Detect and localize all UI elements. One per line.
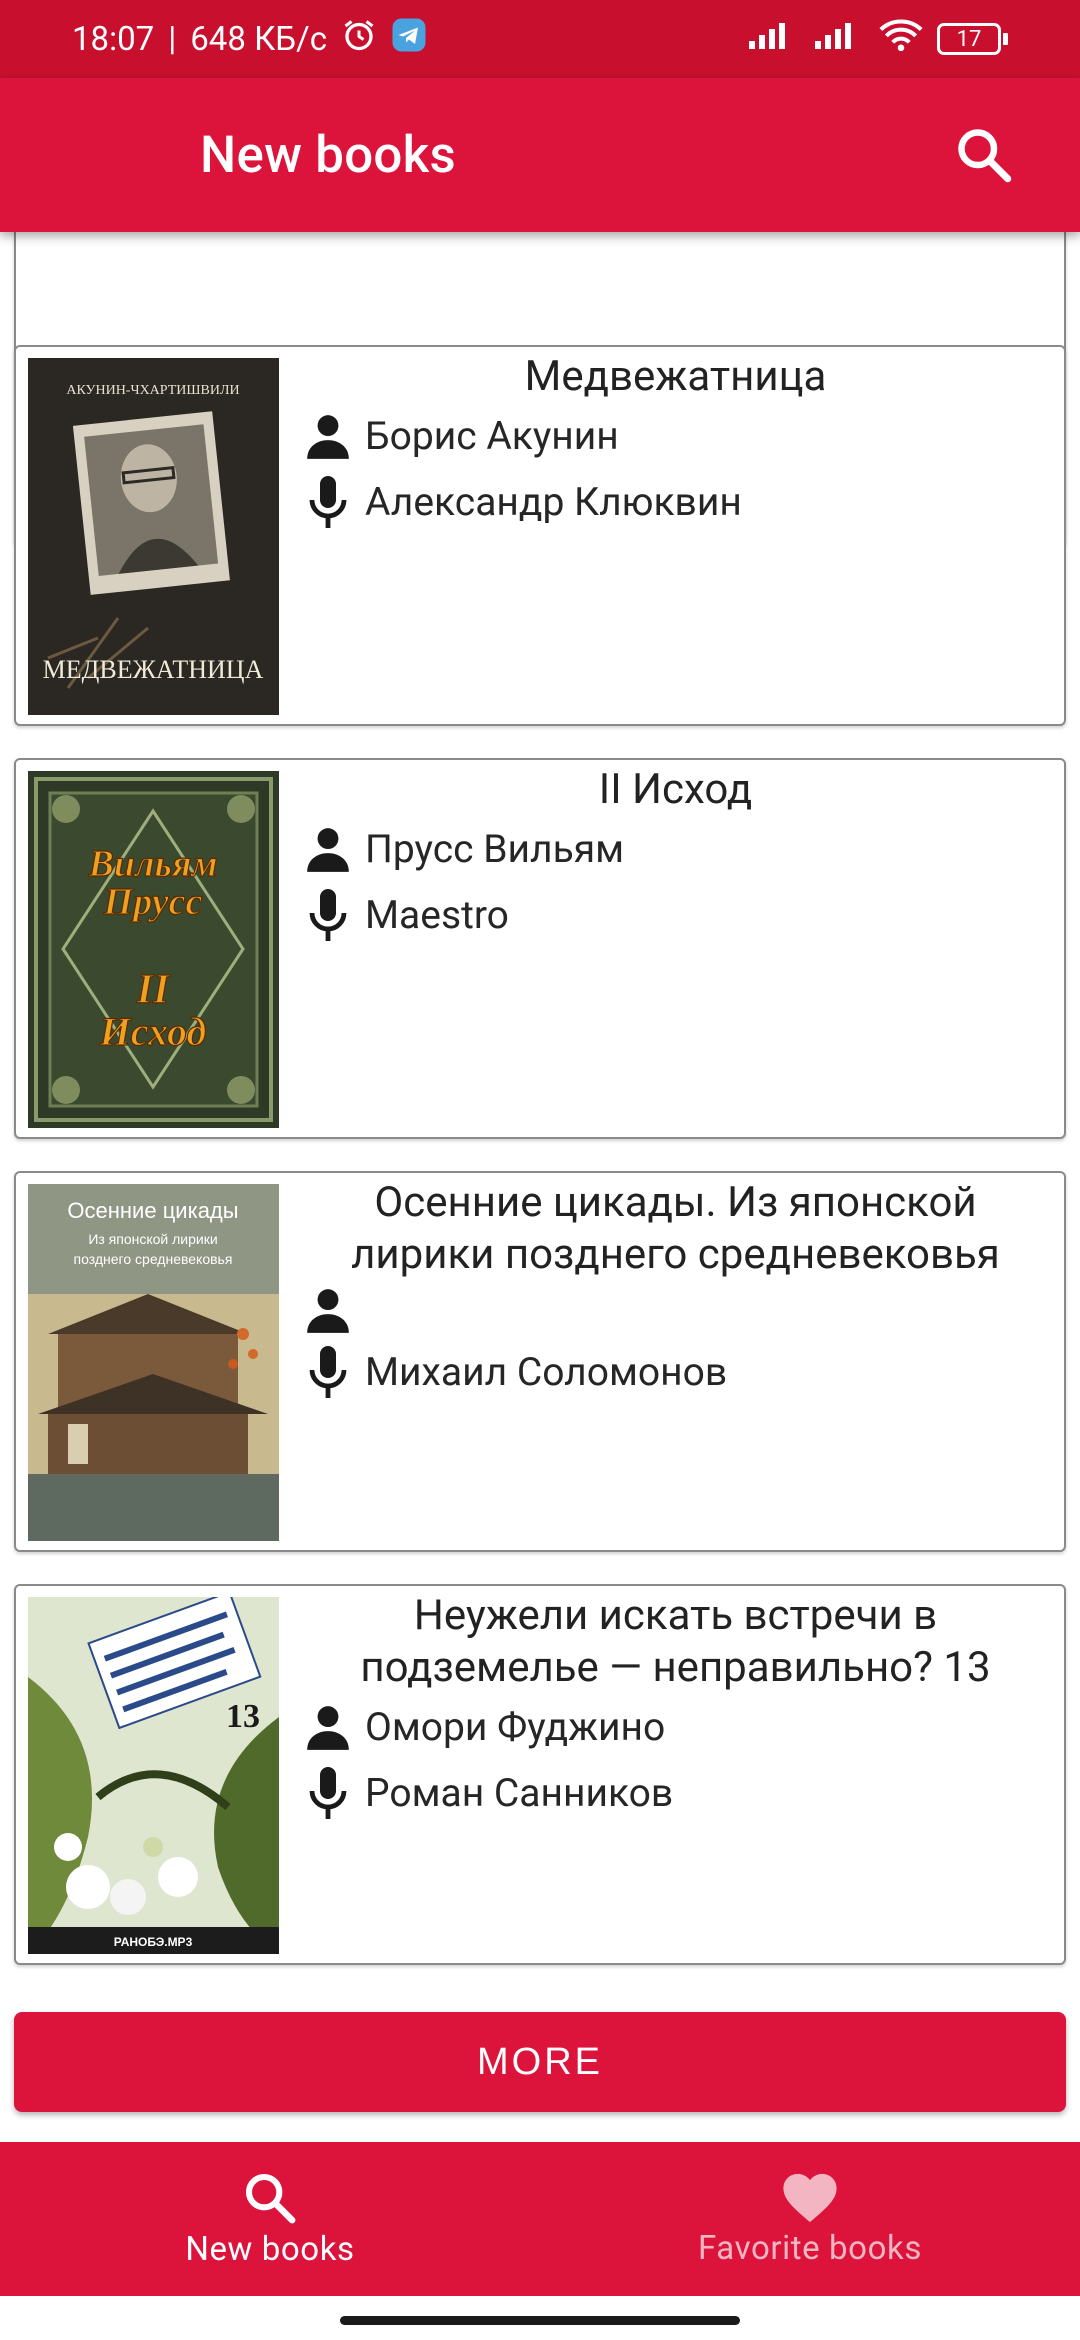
person-icon [299, 1281, 357, 1339]
book-card[interactable]: АКУНИН-ЧХАРТИШВИЛИ МЕДВЕЖАТНИЦА Медвежат… [14, 345, 1066, 726]
status-left: 18:07 | 648 КБ/с [72, 17, 427, 62]
book-cover: Вильям Прусс II Исход [28, 771, 279, 1128]
battery-icon: 17 [937, 23, 1008, 55]
alarm-icon [341, 17, 377, 62]
cover-line3: II [136, 967, 171, 1013]
nav-label-favorite-books: Favorite books [698, 2228, 922, 2268]
cover-line2: Прусс [103, 881, 203, 923]
microphone-icon [299, 886, 357, 944]
book-title: Осенние цикады. Из японской лирики поздн… [351, 1178, 1000, 1279]
app-bar: New books [0, 78, 1080, 232]
author-row: Борис Акунин [299, 403, 1052, 469]
narrator-row: Maestro [299, 882, 1052, 948]
book-title: II Исход [598, 765, 753, 814]
book-cover: АКУНИН-ЧХАРТИШВИЛИ МЕДВЕЖАТНИЦА [28, 358, 279, 715]
cover-brand: РАНОБЭ.MP3 [114, 1935, 193, 1949]
cover-sub1: Из японской лирики [88, 1231, 217, 1247]
book-author: Прусс Вильям [365, 826, 625, 872]
book-narrator: Maestro [365, 892, 509, 938]
book-cover: Осенние цикады Из японской лирики поздне… [28, 1184, 279, 1541]
author-row: Омори Фуджино [299, 1694, 1052, 1760]
book-author: Борис Акунин [365, 413, 619, 459]
cover-bottom-text: МЕДВЕЖАТНИЦА [43, 655, 264, 684]
microphone-icon [299, 1764, 357, 1822]
book-cover: 13 РАНОБЭ.MP3 [28, 1597, 279, 1954]
cover-line1: Вильям [88, 843, 218, 885]
person-icon [299, 820, 357, 878]
book-narrator: Михаил Соломонов [365, 1349, 728, 1395]
book-narrator: Роман Санников [365, 1770, 674, 1816]
book-info: Медвежатница Борис Акунин Александр Клюк… [299, 347, 1052, 724]
gesture-handle[interactable] [340, 2316, 740, 2325]
battery-level: 17 [956, 26, 982, 52]
cover-number: 13 [226, 1698, 260, 1735]
person-icon [299, 407, 357, 465]
cover-title: Осенние цикады [67, 1198, 238, 1223]
heart-icon [783, 2173, 837, 2222]
status-bar: 18:07 | 648 КБ/с 17 [0, 0, 1080, 78]
status-speed: 648 КБ/с [190, 19, 327, 59]
search-icon [245, 2173, 296, 2223]
nav-item-favorite-books[interactable]: Favorite books [540, 2142, 1080, 2296]
narrator-row: Роман Санников [299, 1760, 1052, 1826]
book-card[interactable]: 13 РАНОБЭ.MP3 Неужели искать встречи в п… [14, 1584, 1066, 1965]
telegram-icon [391, 17, 427, 62]
page-title: New books [200, 125, 457, 185]
author-row: Прусс Вильям [299, 816, 1052, 882]
book-narrator: Александр Клюквин [365, 479, 742, 525]
book-author: Омори Фуджино [365, 1704, 666, 1750]
narrator-row: Александр Клюквин [299, 469, 1052, 535]
nav-label-new-books: New books [185, 2229, 355, 2269]
status-separator: | [168, 19, 177, 59]
status-time: 18:07 [72, 19, 155, 59]
bottom-navigation: New books Favorite books [0, 2142, 1080, 2296]
cover-line4: Исход [99, 1009, 207, 1054]
nav-item-new-books[interactable]: New books [0, 2142, 540, 2296]
status-right: 17 [747, 18, 1008, 61]
search-icon [958, 129, 1012, 183]
signal-icon [747, 19, 799, 60]
microphone-icon [299, 473, 357, 531]
wifi-icon [879, 18, 923, 61]
book-card[interactable]: Вильям Прусс II Исход II Исход Прусс Вил… [14, 758, 1066, 1139]
book-title: Медвежатница [524, 352, 827, 401]
person-icon [299, 1698, 357, 1756]
book-card[interactable]: Осенние цикады Из японской лирики поздне… [14, 1171, 1066, 1552]
narrator-row: Михаил Соломонов [299, 1339, 1052, 1405]
cover-top-text: АКУНИН-ЧХАРТИШВИЛИ [66, 383, 239, 398]
book-list[interactable]: АКУНИН-ЧХАРТИШВИЛИ МЕДВЕЖАТНИЦА Медвежат… [0, 232, 1080, 2142]
book-info: Неужели искать встречи в подземелье — не… [299, 1586, 1052, 1963]
signal-icon-2 [813, 19, 865, 60]
book-info: Осенние цикады. Из японской лирики поздн… [299, 1173, 1052, 1550]
search-button[interactable] [936, 107, 1032, 203]
book-title: Неужели искать встречи в подземелье — не… [360, 1591, 991, 1692]
microphone-icon [299, 1343, 357, 1401]
cover-sub2: позднего средневековья [74, 1251, 233, 1267]
author-row [299, 1281, 1052, 1339]
more-button[interactable]: MORE [14, 2012, 1066, 2112]
book-info: II Исход Прусс Вильям Maestro [299, 760, 1052, 1137]
